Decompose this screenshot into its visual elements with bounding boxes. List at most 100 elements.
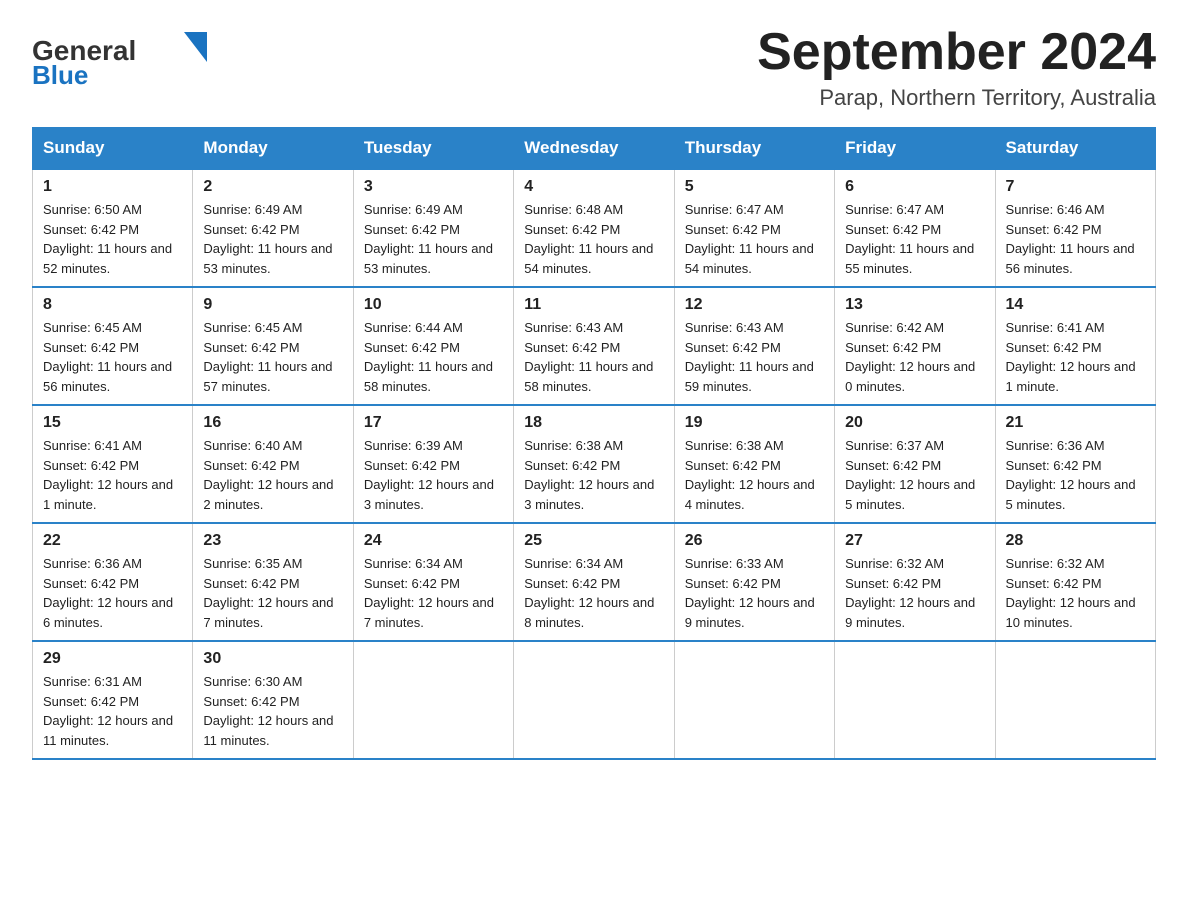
- calendar-cell: 7 Sunrise: 6:46 AM Sunset: 6:42 PM Dayli…: [995, 169, 1155, 287]
- day-info: Sunrise: 6:50 AM Sunset: 6:42 PM Dayligh…: [43, 200, 182, 278]
- svg-text:Blue: Blue: [32, 60, 88, 90]
- day-info: Sunrise: 6:45 AM Sunset: 6:42 PM Dayligh…: [203, 318, 342, 396]
- day-number: 20: [845, 414, 984, 432]
- day-number: 7: [1006, 178, 1145, 196]
- calendar-cell: 2 Sunrise: 6:49 AM Sunset: 6:42 PM Dayli…: [193, 169, 353, 287]
- day-info: Sunrise: 6:39 AM Sunset: 6:42 PM Dayligh…: [364, 436, 503, 514]
- day-info: Sunrise: 6:35 AM Sunset: 6:42 PM Dayligh…: [203, 554, 342, 632]
- logo-svg: General Blue: [32, 24, 222, 94]
- header-row: Sunday Monday Tuesday Wednesday Thursday…: [33, 128, 1156, 170]
- day-info: Sunrise: 6:36 AM Sunset: 6:42 PM Dayligh…: [1006, 436, 1145, 514]
- day-info: Sunrise: 6:32 AM Sunset: 6:42 PM Dayligh…: [1006, 554, 1145, 632]
- calendar-cell: 19 Sunrise: 6:38 AM Sunset: 6:42 PM Dayl…: [674, 405, 834, 523]
- calendar-cell: 16 Sunrise: 6:40 AM Sunset: 6:42 PM Dayl…: [193, 405, 353, 523]
- calendar-cell: 17 Sunrise: 6:39 AM Sunset: 6:42 PM Dayl…: [353, 405, 513, 523]
- calendar-header: Sunday Monday Tuesday Wednesday Thursday…: [33, 128, 1156, 170]
- header-sunday: Sunday: [33, 128, 193, 170]
- day-info: Sunrise: 6:31 AM Sunset: 6:42 PM Dayligh…: [43, 672, 182, 750]
- calendar-cell: 15 Sunrise: 6:41 AM Sunset: 6:42 PM Dayl…: [33, 405, 193, 523]
- day-info: Sunrise: 6:32 AM Sunset: 6:42 PM Dayligh…: [845, 554, 984, 632]
- day-number: 10: [364, 296, 503, 314]
- day-info: Sunrise: 6:49 AM Sunset: 6:42 PM Dayligh…: [364, 200, 503, 278]
- day-info: Sunrise: 6:47 AM Sunset: 6:42 PM Dayligh…: [845, 200, 984, 278]
- calendar-week-2: 8 Sunrise: 6:45 AM Sunset: 6:42 PM Dayli…: [33, 287, 1156, 405]
- calendar-cell: 5 Sunrise: 6:47 AM Sunset: 6:42 PM Dayli…: [674, 169, 834, 287]
- day-number: 25: [524, 532, 663, 550]
- day-number: 29: [43, 650, 182, 668]
- day-info: Sunrise: 6:46 AM Sunset: 6:42 PM Dayligh…: [1006, 200, 1145, 278]
- calendar-cell: 18 Sunrise: 6:38 AM Sunset: 6:42 PM Dayl…: [514, 405, 674, 523]
- calendar-cell: [835, 641, 995, 759]
- day-info: Sunrise: 6:44 AM Sunset: 6:42 PM Dayligh…: [364, 318, 503, 396]
- day-number: 18: [524, 414, 663, 432]
- header-tuesday: Tuesday: [353, 128, 513, 170]
- day-number: 8: [43, 296, 182, 314]
- day-info: Sunrise: 6:34 AM Sunset: 6:42 PM Dayligh…: [524, 554, 663, 632]
- day-number: 14: [1006, 296, 1145, 314]
- day-number: 26: [685, 532, 824, 550]
- calendar-cell: 9 Sunrise: 6:45 AM Sunset: 6:42 PM Dayli…: [193, 287, 353, 405]
- day-number: 9: [203, 296, 342, 314]
- day-info: Sunrise: 6:38 AM Sunset: 6:42 PM Dayligh…: [524, 436, 663, 514]
- header-friday: Friday: [835, 128, 995, 170]
- calendar-cell: 30 Sunrise: 6:30 AM Sunset: 6:42 PM Dayl…: [193, 641, 353, 759]
- day-number: 22: [43, 532, 182, 550]
- calendar-cell: 3 Sunrise: 6:49 AM Sunset: 6:42 PM Dayli…: [353, 169, 513, 287]
- calendar-cell: [353, 641, 513, 759]
- day-info: Sunrise: 6:48 AM Sunset: 6:42 PM Dayligh…: [524, 200, 663, 278]
- day-number: 12: [685, 296, 824, 314]
- calendar-cell: 1 Sunrise: 6:50 AM Sunset: 6:42 PM Dayli…: [33, 169, 193, 287]
- day-info: Sunrise: 6:33 AM Sunset: 6:42 PM Dayligh…: [685, 554, 824, 632]
- calendar-cell: 6 Sunrise: 6:47 AM Sunset: 6:42 PM Dayli…: [835, 169, 995, 287]
- day-number: 30: [203, 650, 342, 668]
- calendar-cell: 4 Sunrise: 6:48 AM Sunset: 6:42 PM Dayli…: [514, 169, 674, 287]
- calendar-cell: 21 Sunrise: 6:36 AM Sunset: 6:42 PM Dayl…: [995, 405, 1155, 523]
- day-info: Sunrise: 6:40 AM Sunset: 6:42 PM Dayligh…: [203, 436, 342, 514]
- calendar-cell: 13 Sunrise: 6:42 AM Sunset: 6:42 PM Dayl…: [835, 287, 995, 405]
- calendar-cell: 27 Sunrise: 6:32 AM Sunset: 6:42 PM Dayl…: [835, 523, 995, 641]
- calendar-cell: 12 Sunrise: 6:43 AM Sunset: 6:42 PM Dayl…: [674, 287, 834, 405]
- day-info: Sunrise: 6:45 AM Sunset: 6:42 PM Dayligh…: [43, 318, 182, 396]
- day-number: 15: [43, 414, 182, 432]
- calendar-cell: 8 Sunrise: 6:45 AM Sunset: 6:42 PM Dayli…: [33, 287, 193, 405]
- day-info: Sunrise: 6:43 AM Sunset: 6:42 PM Dayligh…: [524, 318, 663, 396]
- calendar-cell: 24 Sunrise: 6:34 AM Sunset: 6:42 PM Dayl…: [353, 523, 513, 641]
- calendar-cell: 29 Sunrise: 6:31 AM Sunset: 6:42 PM Dayl…: [33, 641, 193, 759]
- day-info: Sunrise: 6:49 AM Sunset: 6:42 PM Dayligh…: [203, 200, 342, 278]
- day-number: 16: [203, 414, 342, 432]
- calendar-cell: 23 Sunrise: 6:35 AM Sunset: 6:42 PM Dayl…: [193, 523, 353, 641]
- day-info: Sunrise: 6:42 AM Sunset: 6:42 PM Dayligh…: [845, 318, 984, 396]
- day-number: 21: [1006, 414, 1145, 432]
- calendar-week-1: 1 Sunrise: 6:50 AM Sunset: 6:42 PM Dayli…: [33, 169, 1156, 287]
- calendar-cell: [514, 641, 674, 759]
- calendar-cell: 10 Sunrise: 6:44 AM Sunset: 6:42 PM Dayl…: [353, 287, 513, 405]
- calendar-cell: [674, 641, 834, 759]
- day-info: Sunrise: 6:47 AM Sunset: 6:42 PM Dayligh…: [685, 200, 824, 278]
- day-info: Sunrise: 6:30 AM Sunset: 6:42 PM Dayligh…: [203, 672, 342, 750]
- page-title: September 2024: [757, 24, 1156, 81]
- calendar-cell: 25 Sunrise: 6:34 AM Sunset: 6:42 PM Dayl…: [514, 523, 674, 641]
- day-number: 17: [364, 414, 503, 432]
- header-monday: Monday: [193, 128, 353, 170]
- day-number: 5: [685, 178, 824, 196]
- day-info: Sunrise: 6:43 AM Sunset: 6:42 PM Dayligh…: [685, 318, 824, 396]
- day-number: 19: [685, 414, 824, 432]
- calendar-cell: [995, 641, 1155, 759]
- calendar-body: 1 Sunrise: 6:50 AM Sunset: 6:42 PM Dayli…: [33, 169, 1156, 759]
- day-number: 28: [1006, 532, 1145, 550]
- header-thursday: Thursday: [674, 128, 834, 170]
- logo: General Blue: [32, 24, 222, 94]
- calendar-week-5: 29 Sunrise: 6:31 AM Sunset: 6:42 PM Dayl…: [33, 641, 1156, 759]
- day-info: Sunrise: 6:36 AM Sunset: 6:42 PM Dayligh…: [43, 554, 182, 632]
- day-number: 11: [524, 296, 663, 314]
- calendar-table: Sunday Monday Tuesday Wednesday Thursday…: [32, 127, 1156, 760]
- day-number: 13: [845, 296, 984, 314]
- day-number: 3: [364, 178, 503, 196]
- day-info: Sunrise: 6:41 AM Sunset: 6:42 PM Dayligh…: [43, 436, 182, 514]
- calendar-week-4: 22 Sunrise: 6:36 AM Sunset: 6:42 PM Dayl…: [33, 523, 1156, 641]
- day-number: 4: [524, 178, 663, 196]
- day-info: Sunrise: 6:38 AM Sunset: 6:42 PM Dayligh…: [685, 436, 824, 514]
- page-subtitle: Parap, Northern Territory, Australia: [757, 85, 1156, 111]
- calendar-cell: 26 Sunrise: 6:33 AM Sunset: 6:42 PM Dayl…: [674, 523, 834, 641]
- day-info: Sunrise: 6:34 AM Sunset: 6:42 PM Dayligh…: [364, 554, 503, 632]
